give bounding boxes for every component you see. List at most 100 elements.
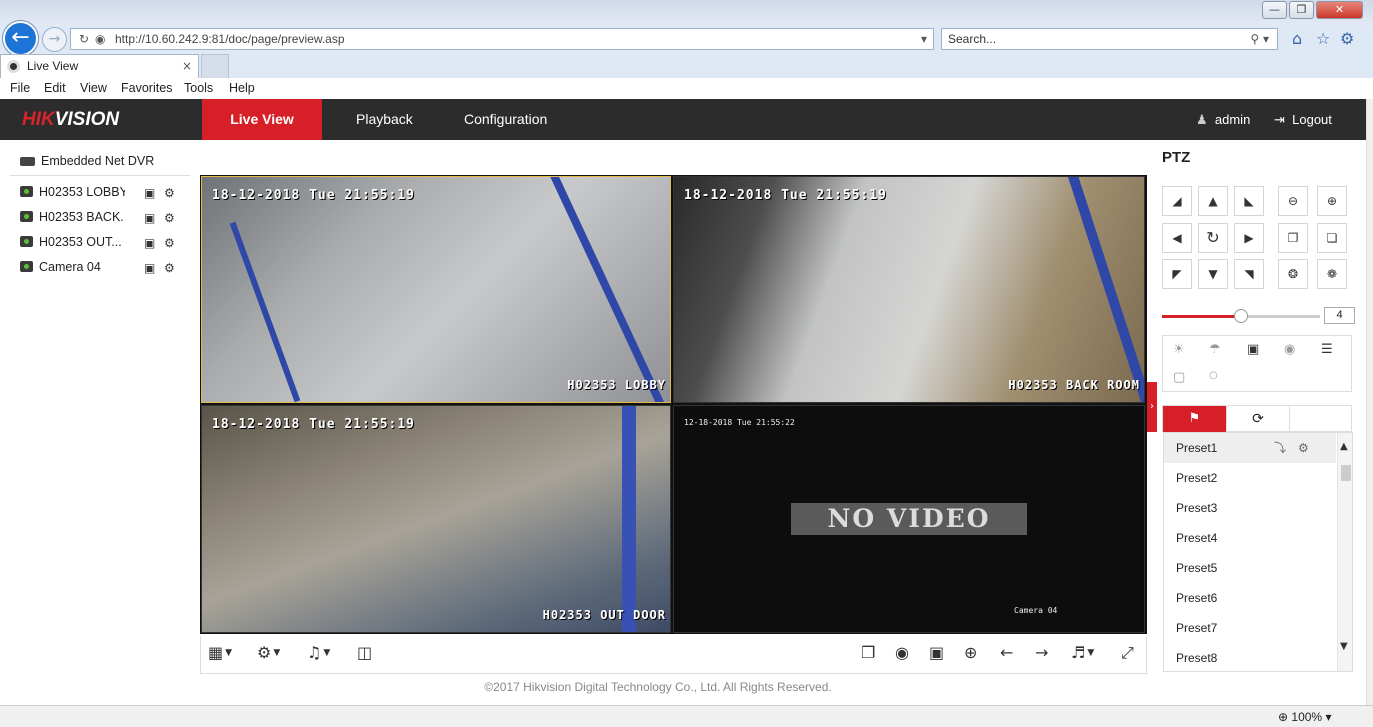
maximize-button[interactable]: ❐ — [1289, 1, 1314, 19]
camera-item-1[interactable]: H02353 LOBBY ▣ ⚙ — [20, 185, 175, 205]
stop-all-icon[interactable]: ❐ — [861, 643, 875, 662]
search-box[interactable]: Search... ⚲ ▾ — [941, 28, 1278, 50]
preset-item[interactable]: Preset6 — [1164, 583, 1336, 613]
ptz-auto-pan-button[interactable]: ↻ — [1198, 223, 1228, 253]
camera-item-3[interactable]: H02353 OUT... ▣ ⚙ — [20, 235, 175, 255]
nav-playback[interactable]: Playback — [356, 99, 413, 140]
close-tab-icon[interactable]: × — [182, 55, 192, 77]
menu-file[interactable]: File — [10, 81, 30, 95]
ptz-speed-slider[interactable] — [1162, 309, 1320, 323]
set-preset-gear-icon[interactable]: ⚙ — [1298, 433, 1309, 463]
auxiliary-focus-icon[interactable]: ▣ — [1247, 342, 1259, 357]
stream-icon[interactable]: ⚙ — [164, 261, 175, 275]
goto-preset-icon[interactable]: ⤵ — [1274, 433, 1286, 463]
tab-presets-flag-icon[interactable]: ⚑ — [1163, 406, 1226, 432]
page-scrollbar[interactable] — [1366, 99, 1373, 705]
new-tab-button[interactable] — [201, 54, 229, 78]
record-icon[interactable]: ▣ — [144, 186, 155, 200]
home-icon[interactable]: ⌂ — [1292, 29, 1302, 48]
preset-item[interactable]: Preset3 — [1164, 493, 1336, 523]
ptz-down-left-button[interactable]: ◤ — [1162, 259, 1192, 289]
zoom-in-ptz-icon[interactable]: ⊕ — [1317, 186, 1347, 216]
window-layout-icon[interactable]: ▦ ▼ — [208, 643, 232, 662]
zoom-out-icon[interactable]: ⊖ — [1278, 186, 1308, 216]
record-icon[interactable]: ▣ — [144, 236, 155, 250]
zoom-level[interactable]: ⊕ 100% ▾ — [1278, 710, 1331, 724]
nav-live-view[interactable]: Live View — [202, 99, 322, 140]
menu-tools[interactable]: Tools — [184, 81, 213, 95]
wiper-icon[interactable]: ☂ — [1209, 342, 1221, 357]
camera-item-2[interactable]: H02353 BACK... ▣ ⚙ — [20, 210, 175, 230]
preset-item[interactable]: Preset8 — [1164, 643, 1336, 671]
video-tile-2[interactable]: 18-12-2018 Tue 21:55:19 H02353 BACK ROOM — [673, 176, 1145, 403]
menu-favorites[interactable]: Favorites — [121, 81, 172, 95]
dvr-device[interactable]: Embedded Net DVR — [20, 154, 154, 168]
light-icon[interactable]: ☀ — [1173, 342, 1185, 357]
stream-type-icon[interactable]: ⚙ ▼ — [257, 643, 280, 662]
scroll-down-icon[interactable]: ▼ — [1340, 641, 1348, 652]
iris-open-icon[interactable]: ❂ — [1278, 259, 1308, 289]
forward-button[interactable]: → — [42, 27, 67, 52]
preset-scrollbar[interactable]: ▲ ▼ — [1337, 433, 1352, 671]
preset-item[interactable]: Preset4 — [1164, 523, 1336, 553]
menu-icon[interactable]: ☰ — [1321, 342, 1333, 357]
ptz-up-right-button[interactable]: ◣ — [1234, 186, 1264, 216]
scroll-thumb[interactable] — [1341, 465, 1351, 481]
zoom-in-icon[interactable]: ⊕ — [964, 643, 977, 662]
ptz-down-right-button[interactable]: ◥ — [1234, 259, 1264, 289]
manual-track-icon[interactable]: ▢ — [1173, 370, 1185, 385]
refresh-icon[interactable]: ↻ — [79, 29, 89, 49]
preset-item[interactable]: Preset5 — [1164, 553, 1336, 583]
minimize-button[interactable]: — — [1262, 1, 1287, 19]
ptz-up-button[interactable]: ▲ — [1198, 186, 1228, 216]
display-icon[interactable]: ◫ — [357, 643, 372, 662]
dropdown-icon[interactable]: ▾ — [921, 29, 927, 49]
record-icon[interactable]: ▣ — [144, 261, 155, 275]
capture-icon[interactable]: ◉ — [895, 643, 909, 662]
record-all-icon[interactable]: ▣ — [929, 643, 944, 662]
ptz-speed-value: 4 — [1324, 307, 1355, 324]
stream-icon[interactable]: ⚙ — [164, 186, 175, 200]
ptz-down-button[interactable]: ▼ — [1198, 259, 1228, 289]
preset-item[interactable]: Preset7 — [1164, 613, 1336, 643]
3d-zoom-icon[interactable]: ○ — [1209, 370, 1218, 381]
audio-mute-icon[interactable]: ♬ ▼ — [1071, 643, 1094, 662]
microphone-icon[interactable]: ♫ ▼ — [307, 643, 330, 662]
preset-item[interactable]: Preset1 ⤵ ⚙ — [1164, 433, 1336, 463]
search-icon[interactable]: ⚲ ▾ — [1250, 29, 1269, 49]
stream-icon[interactable]: ⚙ — [164, 211, 175, 225]
nav-configuration[interactable]: Configuration — [464, 99, 547, 140]
camera-item-4[interactable]: Camera 04 ▣ ⚙ — [20, 260, 175, 280]
favorites-icon[interactable]: ☆ — [1316, 29, 1330, 48]
address-bar[interactable]: ↻ ◉ http://10.60.242.9:81/doc/page/previ… — [70, 28, 934, 50]
focus-near-icon[interactable]: ❐ — [1278, 223, 1308, 253]
focus-far-icon[interactable]: ❏ — [1317, 223, 1347, 253]
ptz-collapse-handle[interactable]: › — [1147, 382, 1157, 432]
scroll-up-icon[interactable]: ▲ — [1340, 441, 1348, 452]
video-tile-4[interactable]: 12-18-2018 Tue 21:55:22 NO VIDEO Camera … — [673, 405, 1145, 633]
lens-init-icon[interactable]: ◉ — [1284, 342, 1295, 357]
next-page-icon[interactable]: → — [1035, 643, 1048, 662]
tab-patrol-icon[interactable]: ⟳ — [1226, 406, 1290, 432]
menu-view[interactable]: View — [80, 81, 107, 95]
logout-button[interactable]: ⇥ Logout — [1274, 99, 1332, 141]
menu-edit[interactable]: Edit — [44, 81, 66, 95]
tab-live-view[interactable]: Live View × — [0, 54, 199, 78]
ptz-right-button[interactable]: ▶ — [1234, 223, 1264, 253]
stream-icon[interactable]: ⚙ — [164, 236, 175, 250]
settings-gear-icon[interactable]: ⚙ — [1340, 29, 1354, 48]
record-icon[interactable]: ▣ — [144, 211, 155, 225]
previous-page-icon[interactable]: ← — [1000, 643, 1013, 662]
menu-help[interactable]: Help — [229, 81, 255, 95]
ptz-left-button[interactable]: ◀ — [1162, 223, 1192, 253]
preset-item[interactable]: Preset2 — [1164, 463, 1336, 493]
video-tile-3[interactable]: 18-12-2018 Tue 21:55:19 H02353 OUT DOOR — [201, 405, 671, 633]
back-button[interactable]: ← — [3, 21, 38, 56]
fullscreen-icon[interactable]: ⤢ — [1121, 643, 1134, 663]
ptz-up-left-button[interactable]: ◢ — [1162, 186, 1192, 216]
slider-knob[interactable] — [1234, 309, 1248, 323]
user-menu[interactable]: ♟ admin — [1196, 99, 1250, 141]
close-window-button[interactable]: ✕ — [1316, 1, 1363, 19]
iris-close-icon[interactable]: ❁ — [1317, 259, 1347, 289]
video-tile-1[interactable]: 18-12-2018 Tue 21:55:19 H02353 LOBBY — [201, 176, 671, 403]
